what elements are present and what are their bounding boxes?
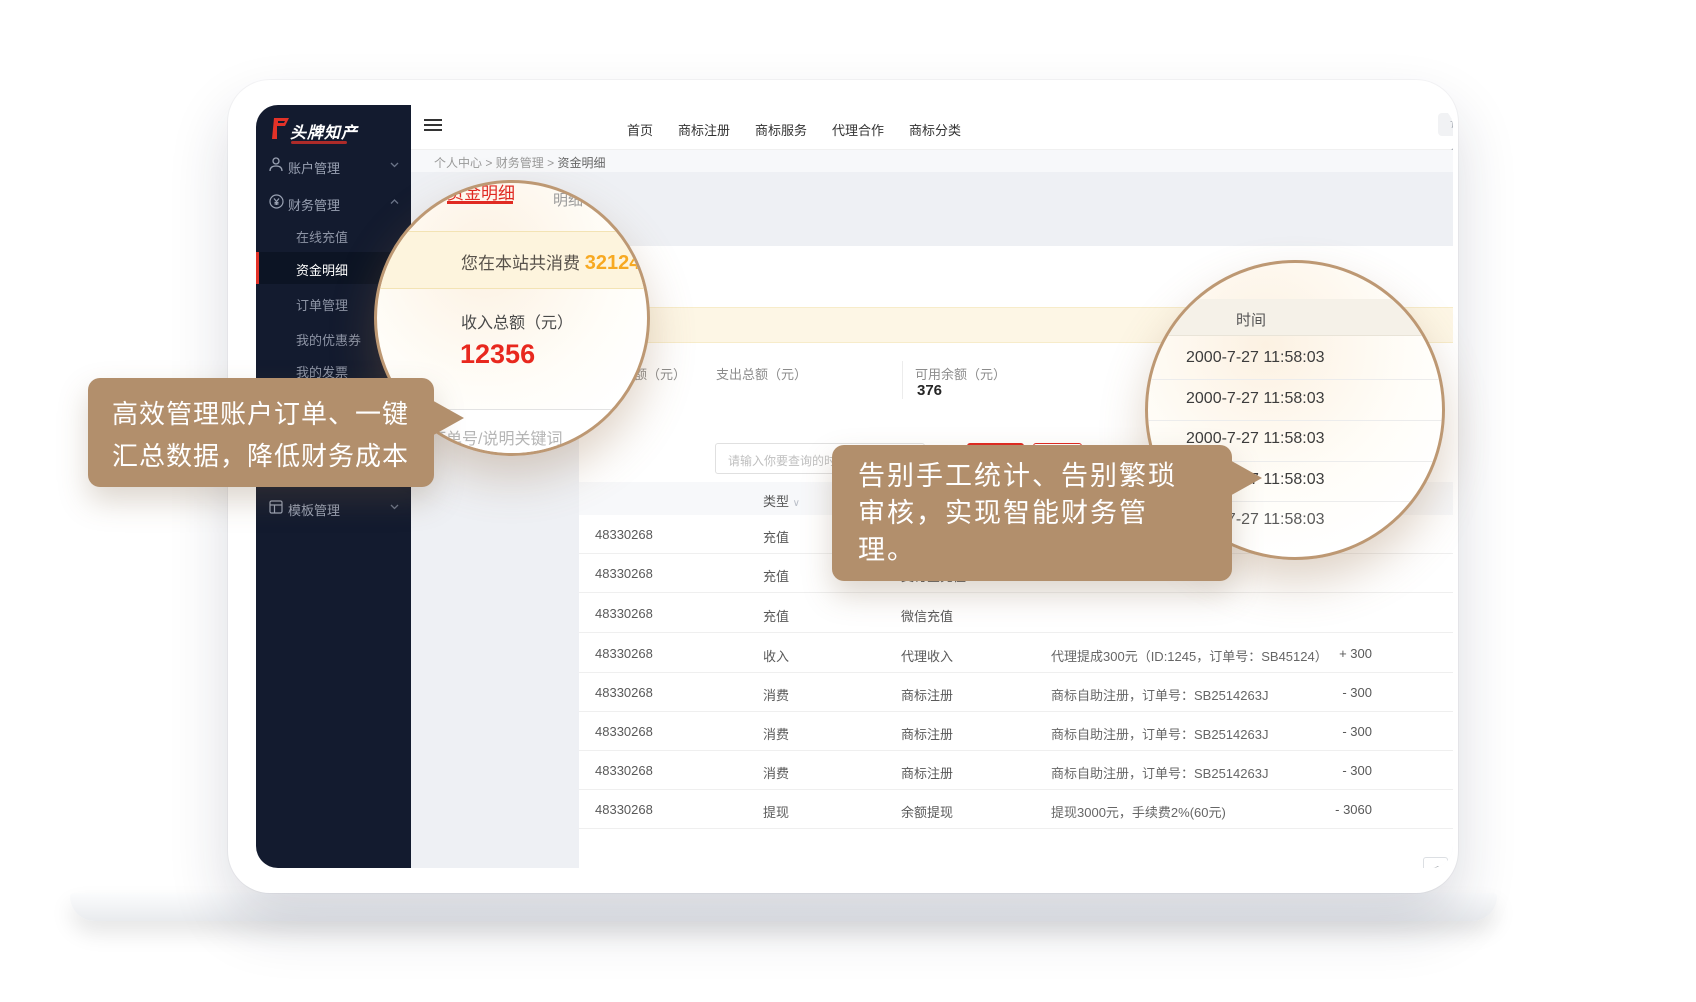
- stat-divider: [902, 361, 903, 399]
- breadcrumb-separator: >: [547, 156, 554, 170]
- magnified-time-header: 时间: [1148, 299, 1445, 336]
- table-row: 48330268 提现 余额提现 提现3000元，手续费2%(60元) - 30…: [579, 790, 1453, 829]
- header-type[interactable]: 类型 ∨: [763, 491, 800, 510]
- sidebar-item-label: 我的优惠券: [296, 330, 361, 349]
- table-row: 48330268 消费 商标注册 商标自助注册，订单号：SB2514263J -…: [579, 712, 1453, 751]
- sidebar-item-label: 订单管理: [296, 295, 348, 314]
- row-separator: [1148, 379, 1445, 380]
- laptop-base: [70, 893, 1497, 921]
- sidebar-item-finance[interactable]: 财务管理: [256, 186, 411, 220]
- tooltip-line: 高效管理账户订单、一键: [112, 393, 410, 435]
- table-row: 48330268 消费 商标注册 商标自助注册，订单号：SB2514263J -…: [579, 751, 1453, 790]
- nav-item-trademark-service[interactable]: 商标服务: [755, 120, 807, 139]
- sidebar-item-label: 模板管理: [288, 500, 340, 519]
- banner-prefix: 您在本站共消费: [461, 254, 580, 273]
- magnified-time-value: 2000-7-27 11:58:03: [1186, 349, 1445, 367]
- table-row: 48330268 收入 代理收入 代理提成300元（ID:1245，订单号：SB…: [579, 634, 1453, 673]
- sidebar-item-label: 财务管理: [288, 195, 340, 214]
- magnified-tab-second: 明细: [553, 189, 583, 210]
- brand-name: 头牌知产: [290, 119, 358, 143]
- chevron-up-icon: [390, 199, 399, 205]
- row-separator: [1148, 420, 1445, 421]
- magnified-income-label: 收入总额（元）: [461, 309, 573, 333]
- tooltip-line: 汇总数据，降低财务成本: [112, 435, 410, 477]
- tooltip-line: 理。: [858, 532, 1206, 569]
- breadcrumb-separator: >: [485, 156, 492, 170]
- breadcrumb: 个人中心 > 财务管理 > 资金明细: [411, 150, 1453, 172]
- breadcrumb-home[interactable]: 个人中心: [434, 156, 482, 170]
- sidebar-item-label: 资金明细: [296, 260, 348, 279]
- tooltip-line: 告别手工统计、告别繁琐: [858, 458, 1206, 495]
- date-placeholder: 请输入你要查询的时间: [728, 452, 848, 469]
- stat-expense-label: 支出总额（元）: [716, 364, 807, 383]
- sidebar-item-account[interactable]: 账户管理: [256, 149, 411, 183]
- tooltip-line: 审核，实现智能财务管: [858, 495, 1206, 532]
- table-row: 48330268 充值 微信充值 2000-7-27 11:58:03: [579, 594, 1453, 633]
- sidebar-item-label: 账户管理: [288, 158, 340, 177]
- breadcrumb-finance[interactable]: 财务管理: [496, 156, 544, 170]
- brand-tagline: [291, 141, 347, 144]
- stat-balance-label: 可用余额（元）: [915, 364, 1006, 383]
- nav-item-trademark-category[interactable]: 商标分类: [909, 120, 961, 139]
- menu-icon[interactable]: [424, 119, 442, 133]
- stat-balance-value: 376: [917, 382, 942, 399]
- magnified-income-value: 12356: [460, 339, 535, 370]
- magnified-time-value: 2000-7-27 11:58:03: [1186, 390, 1445, 408]
- nav-item-trademark-register[interactable]: 商标注册: [678, 120, 730, 139]
- chevron-down-icon: [390, 504, 399, 510]
- magnified-banner-text: 您在本站共消费 32124 820 元: [461, 249, 650, 275]
- brand-logo-icon: [272, 118, 289, 139]
- tooltip-left-arrow: [430, 399, 464, 437]
- sidebar-item-templates[interactable]: 模板管理: [256, 491, 411, 525]
- tooltip-right-arrow: [1228, 459, 1262, 497]
- sidebar-item-label: 在线充值: [296, 227, 348, 246]
- banner-amount: 32124: [585, 252, 641, 274]
- finance-icon: [269, 194, 284, 209]
- nav-item-home[interactable]: 首页: [627, 120, 653, 139]
- magnified-tab-underline: [447, 201, 513, 204]
- user-icon: [269, 157, 283, 172]
- top-navbar: 首页 商标注册 商标服务 代理合作 商标分类 请输入商标名，申请号，申请人: [411, 105, 1453, 150]
- breadcrumb-current: 资金明细: [557, 156, 605, 170]
- chevron-down-icon: [390, 162, 399, 168]
- nav-item-agency[interactable]: 代理合作: [832, 120, 884, 139]
- global-search-input[interactable]: 请输入商标名，申请号，申请人: [1438, 113, 1453, 136]
- pagination-prev[interactable]: <: [1423, 857, 1448, 868]
- page-canvas: 头牌知产 账户管理 财务管理: [0, 0, 1696, 1002]
- template-icon: [269, 500, 283, 514]
- time-header-label: 时间: [1236, 309, 1266, 330]
- tooltip-right: 告别手工统计、告别繁琐 审核，实现智能财务管 理。: [832, 445, 1232, 581]
- tooltip-left: 高效管理账户订单、一键 汇总数据，降低财务成本: [88, 378, 434, 487]
- table-row: 48330268 消费 商标注册 商标自助注册，订单号：SB2514263J -…: [579, 673, 1453, 712]
- active-indicator-bar: [256, 252, 259, 284]
